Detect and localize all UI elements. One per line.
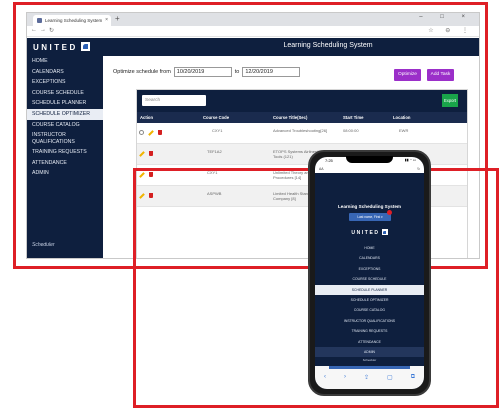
phone-toolbar-icons: ‹ › ⇪ ▢ ⧉ xyxy=(315,374,424,381)
page: Learning Scheduling System × + – □ × ← →… xyxy=(0,0,501,410)
globe-icon xyxy=(381,229,388,235)
tabs-icon[interactable]: ⧉ xyxy=(411,374,415,381)
reload-icon[interactable]: ↻ xyxy=(417,165,420,173)
phone-notch xyxy=(346,156,393,163)
phone-nav-schedule-optimizer[interactable]: SCHEDULE OPTIMIZER xyxy=(315,295,424,305)
bookmarks-icon[interactable]: ▢ xyxy=(387,374,393,381)
phone-nav-course-schedule[interactable]: COURSE SCHEDULE xyxy=(315,274,424,284)
share-icon[interactable]: ⇪ xyxy=(364,374,369,381)
phone-app-title: Learning Scheduling System xyxy=(337,204,402,209)
phone-nav-calendars[interactable]: CALENDARS xyxy=(315,253,424,263)
reader-icon[interactable]: AA xyxy=(319,165,324,173)
phone-browser-toolbar: ‹ › ⇪ ▢ ⧉ xyxy=(315,366,424,389)
forward-icon[interactable]: › xyxy=(344,374,346,381)
phone-nav-course-catalog[interactable]: COURSE CATALOG xyxy=(315,305,424,315)
back-icon[interactable]: ‹ xyxy=(324,374,326,381)
phone-nav-instructor-qualifications[interactable]: INSTRUCTOR QUALIFICATIONS xyxy=(315,316,424,326)
phone-nav-home[interactable]: HOME xyxy=(315,243,424,253)
phone-nav-schedule-planner[interactable]: SCHEDULE PLANNER xyxy=(315,284,424,296)
phone-time: 7:25 xyxy=(325,158,333,163)
phone-nav-admin[interactable]: ADMIN xyxy=(315,347,424,358)
phone-nav: HOME CALENDARS EXCEPTIONS COURSE SCHEDUL… xyxy=(315,243,424,358)
phone-nav-attendance[interactable]: ATTENDANCE xyxy=(315,337,424,347)
phone-brand-logo: UNITED xyxy=(315,229,424,236)
notification-badge xyxy=(387,210,392,215)
phone-page-strip xyxy=(329,366,410,369)
phone-nav-exceptions[interactable]: EXCEPTIONS xyxy=(315,264,424,274)
phone-nav-training-requests[interactable]: TRAINING REQUESTS xyxy=(315,326,424,336)
user-menu-button[interactable]: Last name, First ▾ xyxy=(349,213,391,221)
phone-screen: 7:25 ▮▮ ◔ ▭ AA ↻ Learning Scheduling Sys… xyxy=(315,157,424,389)
signal-battery-icon: ▮▮ ◔ ▭ xyxy=(404,158,416,162)
phone-mockup: 7:25 ▮▮ ◔ ▭ AA ↻ Learning Scheduling Sys… xyxy=(308,150,431,396)
phone-footer: Scheduler xyxy=(362,358,377,362)
phone-address-bar[interactable]: AA ↻ xyxy=(315,165,424,173)
